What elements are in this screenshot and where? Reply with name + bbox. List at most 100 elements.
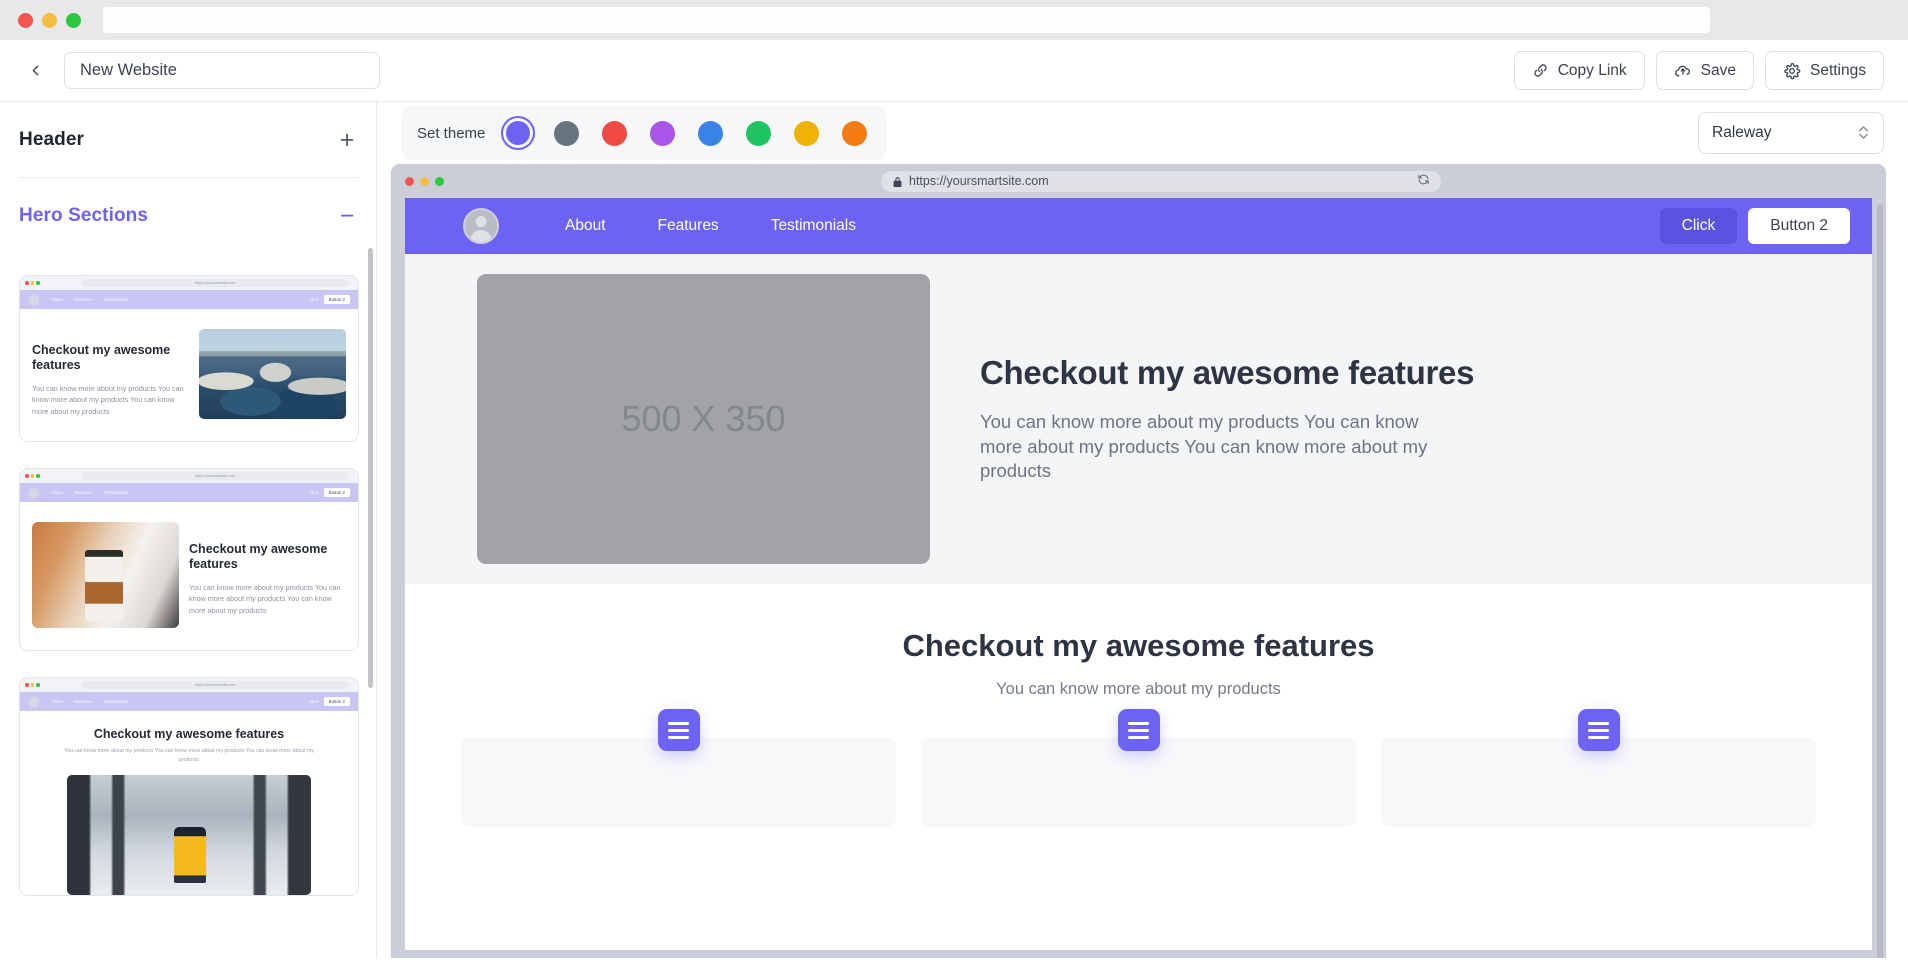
save-button[interactable]: Save: [1655, 51, 1754, 90]
template-thumbnail[interactable]: https://yoursmartsite.com About Features…: [19, 677, 359, 896]
font-family-select[interactable]: Raleway: [1698, 112, 1884, 154]
thumb-nav-link: About: [51, 490, 64, 495]
preview-browser-chrome: https://yoursmartsite.com: [391, 164, 1886, 198]
hero-paragraph[interactable]: You can know more about my products You …: [980, 410, 1430, 485]
lock-icon: [893, 176, 902, 187]
preview-page: About Features Testimonials Click Button…: [405, 198, 1872, 950]
gear-icon: [1784, 62, 1801, 79]
thumb-nav-link: Features: [74, 297, 93, 302]
thumb-paragraph: You can know more about my products You …: [64, 748, 314, 763]
avatar: [28, 293, 40, 306]
site-nav-link-about[interactable]: About: [539, 217, 632, 235]
preview-close-button[interactable]: [405, 176, 414, 186]
set-theme-label: Set theme: [417, 124, 486, 142]
site-navbar: About Features Testimonials Click Button…: [405, 198, 1872, 254]
theme-picker: Set theme: [401, 106, 888, 160]
feature-card[interactable]: [461, 709, 896, 827]
features-subheading[interactable]: You can know more about my products: [405, 680, 1872, 699]
sidebar-group-header[interactable]: Header +: [19, 102, 358, 177]
window-close-button[interactable]: [18, 12, 33, 28]
hero-image-placeholder-label: 500 X 350: [621, 398, 786, 439]
thumb-nav-link: About: [51, 297, 64, 302]
thumb-nav-button-1: Click: [309, 297, 319, 302]
workspace: Header + Hero Sections − https://yoursma…: [0, 102, 1908, 958]
thumb-nav-button-2: Button 2: [323, 488, 350, 497]
sidebar-group-hero-sections-label: Hero Sections: [19, 205, 149, 226]
preview-minimize-button[interactable]: [420, 176, 429, 186]
thumb-heading: Checkout my awesome features: [93, 727, 285, 741]
thumb-image: [198, 329, 346, 419]
thumb-nav-button-2: Button 2: [323, 697, 350, 706]
hero-image-placeholder[interactable]: 500 X 350: [477, 274, 930, 564]
window-chrome: [0, 0, 1908, 40]
template-thumbnail-list: https://yoursmartsite.com About Features…: [19, 253, 359, 896]
hero-section: 500 X 350 Checkout my awesome features Y…: [405, 254, 1872, 584]
thumb-browser-chrome: https://yoursmartsite.com: [20, 276, 358, 290]
thumb-nav-link: Testimonials: [103, 490, 129, 495]
thumb-nav-link: Testimonials: [103, 297, 129, 302]
editor-canvas: Set theme Raleway https://yoursmartsite.…: [377, 102, 1908, 958]
site-name-input[interactable]: [64, 52, 380, 89]
hero-text-block: Checkout my awesome features You can kno…: [980, 354, 1822, 485]
thumb-url: https://yoursmartsite.com: [81, 279, 349, 287]
preview-maximize-button[interactable]: [435, 176, 444, 186]
window-minimize-button[interactable]: [42, 12, 57, 28]
thumb-body: Checkout my awesome features You can kno…: [20, 711, 358, 895]
preview-horizontal-scrollbar[interactable]: [405, 950, 1872, 958]
hero-heading[interactable]: Checkout my awesome features: [980, 354, 1822, 392]
template-thumbnail[interactable]: https://yoursmartsite.com About Features…: [19, 468, 359, 651]
site-nav-link-testimonials[interactable]: Testimonials: [745, 217, 882, 235]
theme-swatch-orange[interactable]: [837, 116, 871, 150]
sidebar-scrollbar[interactable]: [368, 248, 373, 688]
features-section: Checkout my awesome features You can kno…: [405, 584, 1872, 827]
site-nav-primary-button[interactable]: Click: [1659, 208, 1738, 244]
theme-swatch-indigo[interactable]: [501, 116, 535, 150]
chevron-left-icon: [32, 65, 38, 76]
thumb-url: https://yoursmartsite.com: [81, 681, 349, 689]
template-thumbnail[interactable]: https://yoursmartsite.com About Features…: [19, 275, 359, 442]
browser-address-bar[interactable]: [103, 7, 1710, 33]
chevron-updown-icon: [1857, 123, 1870, 142]
sidebar-group-hero-sections[interactable]: Hero Sections −: [19, 178, 358, 253]
theme-swatch-blue[interactable]: [693, 116, 727, 150]
thumb-body: Checkout my awesome features You can kno…: [20, 309, 358, 441]
feature-card[interactable]: [921, 709, 1356, 827]
theme-toolbar: Set theme Raleway: [377, 102, 1908, 164]
refresh-icon[interactable]: [1417, 173, 1430, 189]
avatar: [28, 695, 40, 708]
theme-swatch-purple[interactable]: [645, 116, 679, 150]
features-heading[interactable]: Checkout my awesome features: [405, 628, 1872, 664]
window-traffic-lights: [18, 12, 81, 28]
theme-swatch-slate[interactable]: [549, 116, 583, 150]
back-button[interactable]: [18, 54, 52, 88]
feature-card-list: [405, 709, 1872, 827]
theme-swatch-red[interactable]: [597, 116, 631, 150]
preview-url-bar[interactable]: https://yoursmartsite.com: [881, 170, 1441, 192]
app-toolbar: Copy Link Save Settings: [0, 40, 1908, 102]
thumb-heading: Checkout my awesome features: [32, 343, 171, 373]
plus-icon[interactable]: +: [336, 127, 358, 152]
feature-card[interactable]: [1381, 709, 1816, 827]
site-nav-link-features[interactable]: Features: [632, 217, 745, 235]
thumb-site-nav: About Features Testimonials Click Button…: [20, 290, 358, 309]
window-maximize-button[interactable]: [66, 12, 81, 28]
theme-swatch-yellow[interactable]: [789, 116, 823, 150]
minus-icon[interactable]: −: [336, 203, 358, 228]
thumb-site-nav: About Features Testimonials Click Button…: [20, 483, 358, 502]
thumb-nav-button-1: Click: [309, 490, 319, 495]
site-nav-secondary-button[interactable]: Button 2: [1748, 208, 1850, 244]
thumb-url: https://yoursmartsite.com: [81, 472, 349, 480]
preview-vertical-scrollbar[interactable]: [1877, 204, 1883, 958]
thumb-nav-link: Testimonials: [103, 699, 129, 704]
settings-button[interactable]: Settings: [1764, 51, 1884, 90]
thumb-nav-link: Features: [74, 699, 93, 704]
save-label: Save: [1700, 61, 1736, 79]
site-preview-frame: https://yoursmartsite.com About Features…: [391, 164, 1886, 958]
avatar[interactable]: [463, 208, 499, 244]
theme-swatch-green[interactable]: [741, 116, 775, 150]
thumb-nav-button-1: Click: [309, 699, 319, 704]
thumb-nav-link: About: [51, 699, 64, 704]
toolbar-actions: Copy Link Save Settings: [1513, 51, 1884, 90]
site-nav-buttons: Click Button 2: [1659, 208, 1850, 244]
copy-link-button[interactable]: Copy Link: [1513, 51, 1645, 90]
